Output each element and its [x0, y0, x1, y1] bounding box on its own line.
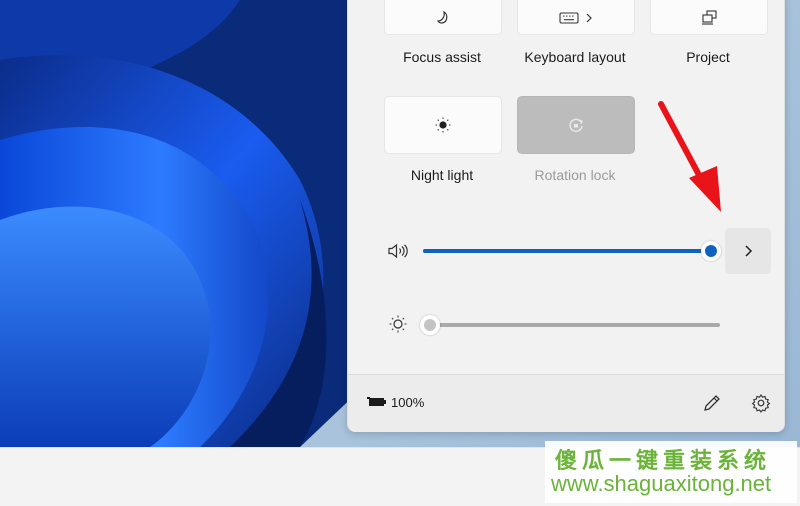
quick-settings-footer: 100%	[348, 374, 784, 432]
chevron-right-icon	[745, 245, 753, 257]
volume-slider-thumb[interactable]	[701, 241, 721, 261]
keyboard-layout-label: Keyboard layout	[524, 49, 626, 65]
rotation-lock-icon	[569, 118, 583, 132]
rotation-lock-label: Rotation lock	[534, 167, 616, 183]
night-light-tile[interactable]	[384, 96, 502, 154]
annotation-arrow-icon	[658, 101, 721, 212]
brightness-slider-track[interactable]	[430, 323, 720, 327]
battery-percentage: 100%	[391, 395, 425, 410]
night-light-label: Night light	[410, 167, 474, 183]
project-label: Project	[686, 49, 730, 65]
brightness-row	[348, 305, 784, 345]
project-icon	[702, 10, 717, 25]
sun-icon	[389, 315, 407, 333]
gear-icon[interactable]	[751, 393, 771, 413]
windows-bloom-wallpaper	[0, 0, 360, 447]
battery-icon	[367, 397, 386, 406]
watermark-url: www.shaguaxitong.net	[551, 471, 772, 496]
audio-output-expand-button[interactable]	[725, 228, 771, 274]
watermark: 傻瓜一键重装系统 www.shaguaxitong.net	[545, 441, 797, 503]
volume-row	[348, 228, 784, 274]
rotation-lock-tile[interactable]	[517, 96, 635, 154]
project-tile[interactable]	[650, 0, 768, 35]
brightness-slider-thumb[interactable]	[420, 315, 440, 335]
brightness-icon	[435, 117, 451, 133]
keyboard-icon	[559, 12, 579, 24]
focus-assist-label: Focus assist	[403, 49, 481, 65]
pencil-icon[interactable]	[702, 393, 722, 413]
focus-assist-tile[interactable]	[384, 0, 502, 35]
chevron-right-icon	[586, 13, 592, 23]
volume-slider-fill	[423, 249, 711, 253]
speaker-icon[interactable]	[387, 243, 409, 259]
moon-icon	[437, 10, 448, 24]
keyboard-layout-tile[interactable]	[517, 0, 635, 35]
